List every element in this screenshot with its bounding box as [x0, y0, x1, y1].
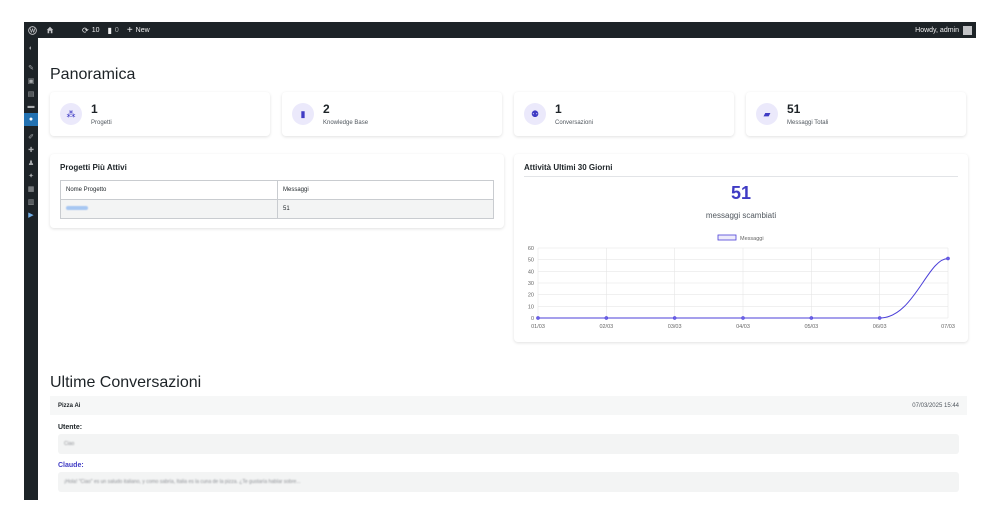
y-tick-label: 20	[528, 293, 534, 299]
browser-viewport: W ⟳ 10 ▮ 0 + New Howdy, admin ◐ ✎ ▣ ▤ ▬ …	[24, 22, 976, 500]
x-tick-label: 04/03	[736, 324, 750, 330]
user-message: Ciao	[64, 441, 75, 447]
data-point	[604, 316, 609, 320]
y-tick-label: 60	[528, 246, 534, 252]
wordpress-logo-icon[interactable]: W	[24, 22, 40, 38]
new-label: New	[135, 26, 150, 34]
main-content: Panoramica ⁂ 1 Progetti ▮ 2 Knowledge Ba…	[38, 38, 976, 500]
activity-total: 51	[730, 183, 752, 203]
conversation-timestamp: 07/03/2025 15:44	[912, 402, 959, 409]
pages-icon[interactable]: ▤	[24, 87, 38, 100]
stat-label: Knowledge Base	[323, 120, 369, 126]
data-point	[672, 316, 677, 320]
comments-count: 0	[114, 26, 119, 34]
x-tick-label: 01/03	[531, 324, 545, 330]
avatar	[963, 25, 972, 35]
assistant-message-box: ¡Hola! "Ciao" es un saludo italiano, y c…	[58, 472, 959, 492]
data-point	[809, 316, 814, 320]
media-icon[interactable]: ▣	[24, 74, 38, 87]
stat-value: 1	[555, 102, 562, 116]
data-point	[536, 316, 540, 320]
stat-card-knowledge-base: ▮ 2 Knowledge Base	[282, 92, 502, 136]
recent-conversations-title: Ultime Conversazioni	[50, 374, 202, 391]
x-tick-label: 06/03	[873, 324, 887, 330]
page-title: Panoramica	[50, 66, 136, 83]
stat-card-conversations: ⚉ 1 Conversazioni	[514, 92, 734, 136]
project-messages: 51	[277, 199, 494, 219]
y-tick-label: 10	[528, 304, 534, 310]
x-tick-label: 02/03	[599, 324, 613, 330]
project-name-link[interactable]	[60, 199, 278, 219]
home-icon[interactable]	[40, 22, 64, 38]
comments-link[interactable]: ▮ 0	[104, 22, 123, 38]
projects-icon: ⁂	[60, 103, 82, 125]
stat-card-messages: ▰ 51 Messaggi Totali	[746, 92, 966, 136]
top-projects-title: Progetti Più Attivi	[60, 163, 127, 172]
appearance-icon[interactable]: ✐	[24, 130, 38, 143]
table-header-row: Nome Progetto Messaggi	[60, 180, 494, 200]
updates-icon: ⟳	[82, 25, 89, 35]
stat-label: Conversazioni	[555, 120, 594, 126]
activity-title: Attività Ultimi 30 Giorni	[524, 163, 613, 172]
x-tick-label: 05/03	[804, 324, 818, 330]
divider	[524, 176, 958, 177]
tools-icon[interactable]: ✦	[24, 169, 38, 182]
messages-icon: ▰	[756, 103, 778, 125]
y-tick-label: 50	[528, 258, 534, 264]
plus-icon: +	[126, 24, 133, 36]
table-row: 51	[60, 199, 494, 219]
conversation-header: Pizza Ai 07/03/2025 15:44	[50, 396, 967, 415]
projects-table: Nome Progetto Messaggi 51	[60, 180, 494, 219]
user-message-box: Ciao	[58, 434, 959, 454]
play-icon[interactable]: ▶	[24, 208, 38, 221]
settings-icon[interactable]: ▦	[24, 182, 38, 195]
x-tick-label: 03/03	[668, 324, 682, 330]
admin-bar: W ⟳ 10 ▮ 0 + New Howdy, admin	[24, 22, 976, 38]
assistant-role-label: Claude:	[58, 462, 84, 469]
assistant-message: ¡Hola! "Ciao" es un saludo italiano, y c…	[64, 479, 301, 485]
conversation-project: Pizza Ai	[58, 402, 81, 409]
comments-icon[interactable]: ▬	[24, 100, 38, 113]
updates-link[interactable]: ⟳ 10	[78, 22, 104, 38]
data-point	[741, 316, 745, 320]
account-menu[interactable]: Howdy, admin	[911, 22, 976, 38]
table-icon[interactable]: ▥	[24, 195, 38, 208]
y-tick-label: 30	[528, 281, 534, 287]
project-name-text	[66, 206, 88, 211]
user-role-label: Utente:	[58, 424, 83, 431]
admin-sidebar: ◐ ✎ ▣ ▤ ▬ ● ✐ ✚ ♟ ✦ ▦ ▥ ▶	[24, 38, 38, 500]
howdy-text: Howdy, admin	[915, 26, 959, 34]
chat-plugin-icon[interactable]: ●	[24, 113, 38, 126]
legend-label: Messaggi	[740, 236, 764, 242]
updates-count: 10	[91, 26, 100, 34]
column-header: Messaggi	[277, 180, 494, 200]
top-projects-panel: Progetti Più Attivi Nome Progetto Messag…	[50, 154, 504, 228]
stat-value: 2	[323, 102, 330, 116]
new-content-link[interactable]: + New	[123, 22, 154, 38]
y-tick-label: 0	[531, 316, 534, 322]
conversations-icon: ⚉	[524, 103, 546, 125]
plugins-icon[interactable]: ✚	[24, 143, 38, 156]
stat-label: Messaggi Totali	[787, 120, 829, 126]
stat-label: Progetti	[91, 120, 112, 126]
data-point	[877, 316, 882, 320]
users-icon[interactable]: ♟	[24, 156, 38, 169]
stat-card-projects: ⁂ 1 Progetti	[50, 92, 270, 136]
activity-panel: Attività Ultimi 30 Giorni 51 messaggi sc…	[514, 154, 968, 342]
activity-total-label: messaggi scambiati	[705, 211, 777, 220]
dashboard-icon[interactable]: ◐	[24, 42, 38, 55]
legend-swatch	[717, 234, 737, 241]
posts-icon[interactable]: ✎	[24, 61, 38, 74]
book-icon: ▮	[292, 103, 314, 125]
comment-icon: ▮	[107, 25, 112, 35]
stat-value: 1	[91, 102, 98, 116]
activity-chart: 0 10 20 30 40 50 60 01/03 02/03 03/03 04/03 05/03 06…	[528, 234, 955, 330]
x-tick-label: 07/03	[941, 324, 955, 330]
stat-value: 51	[787, 102, 801, 116]
conversation-card: Pizza Ai 07/03/2025 15:44 Utente: Ciao C…	[50, 396, 967, 500]
y-tick-label: 40	[528, 269, 534, 275]
data-point	[946, 256, 950, 261]
column-header: Nome Progetto	[60, 180, 278, 200]
